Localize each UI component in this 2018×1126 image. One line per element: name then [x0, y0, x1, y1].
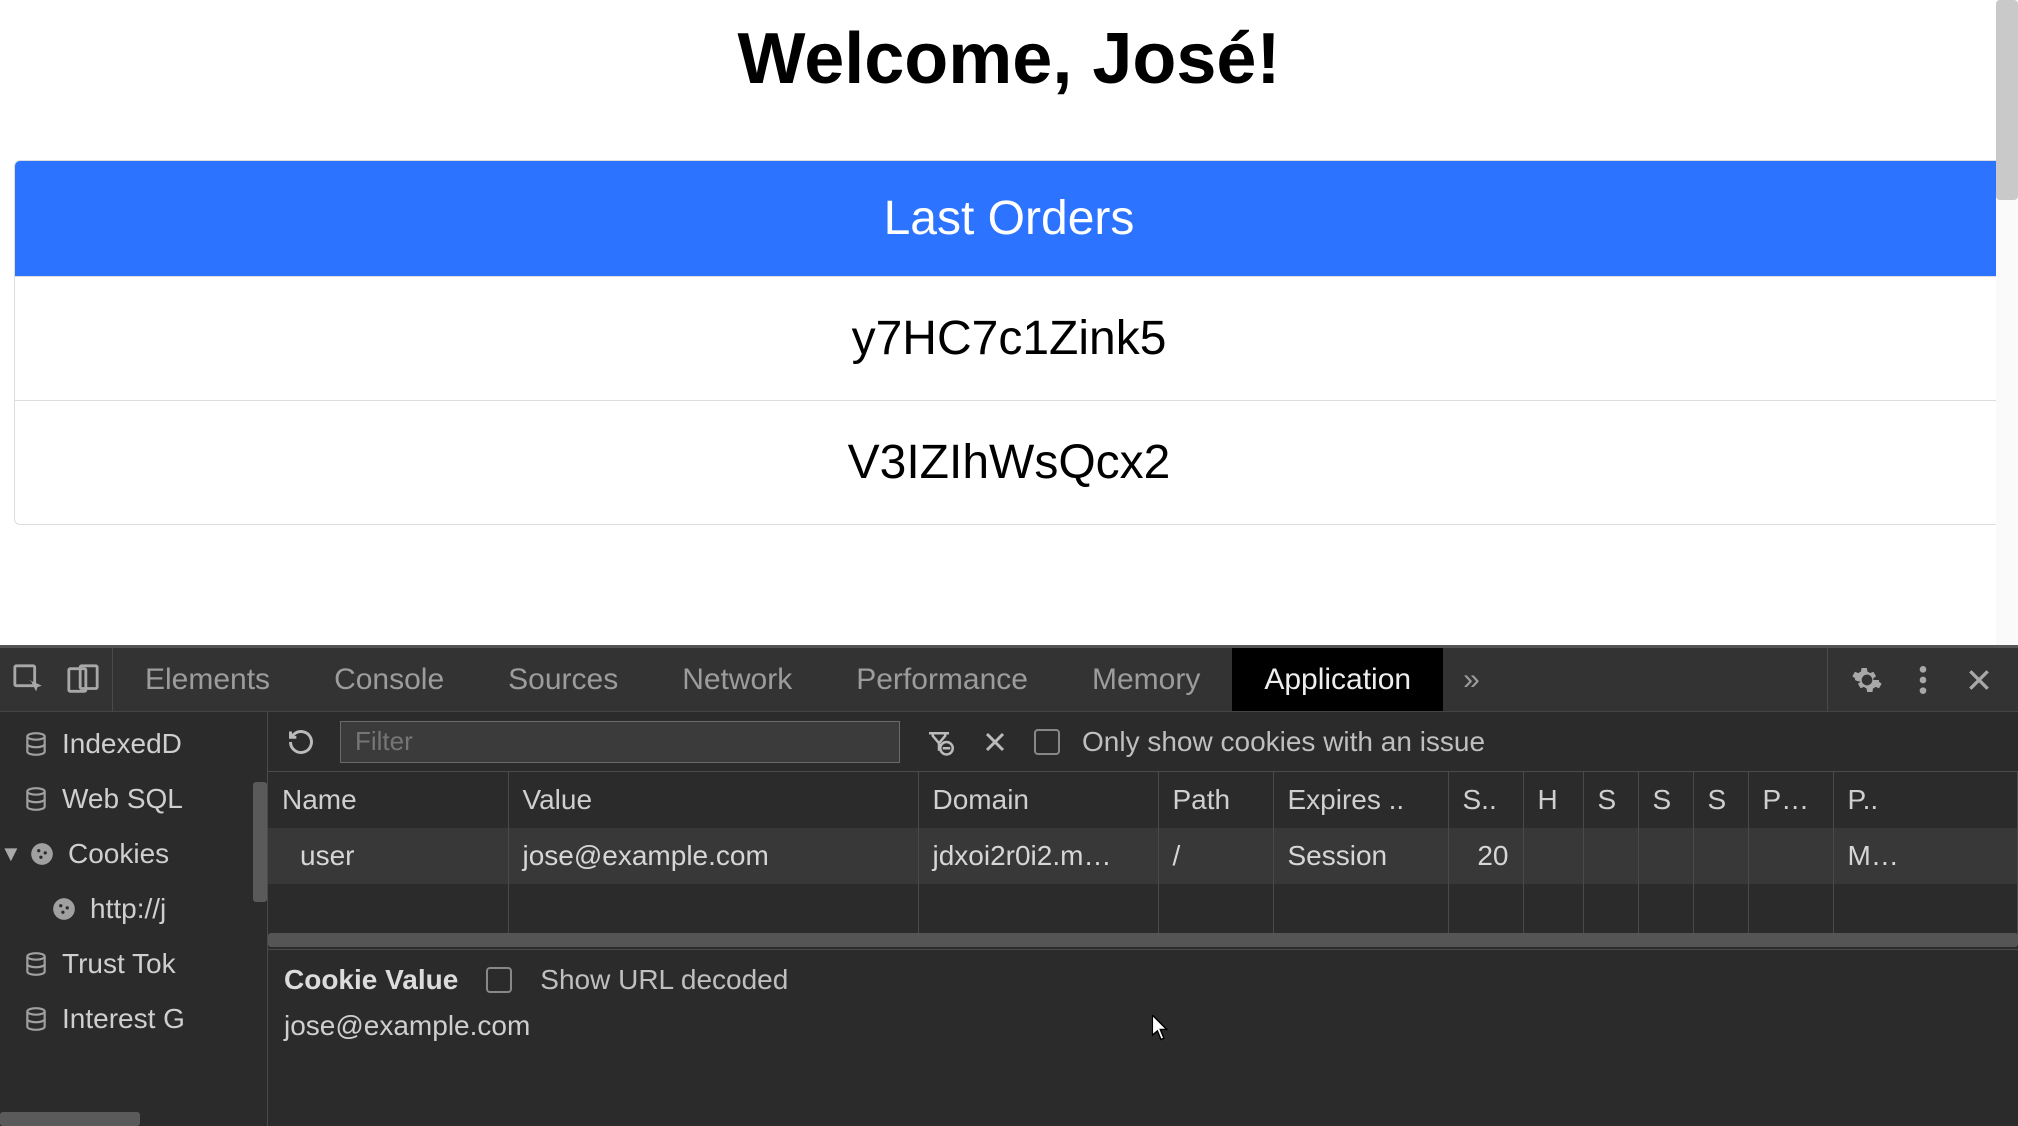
- database-icon: [20, 728, 52, 760]
- col-samesite[interactable]: S: [1638, 772, 1693, 828]
- cookie-icon: [26, 838, 58, 870]
- tab-elements[interactable]: Elements: [113, 648, 302, 711]
- sidebar-item-indexeddb[interactable]: IndexedD: [0, 716, 267, 771]
- col-value[interactable]: Value: [508, 772, 918, 828]
- tab-memory[interactable]: Memory: [1060, 648, 1232, 711]
- cell-size: 20: [1448, 828, 1523, 884]
- cell-priority: M…: [1833, 828, 2018, 884]
- only-issue-label: Only show cookies with an issue: [1082, 726, 1485, 758]
- sidebar-scrollbar[interactable]: [253, 782, 267, 902]
- cell-sameparty: [1693, 828, 1748, 884]
- database-icon: [20, 783, 52, 815]
- cell-value: jose@example.com: [508, 828, 918, 884]
- tab-performance[interactable]: Performance: [824, 648, 1060, 711]
- col-size[interactable]: S..: [1448, 772, 1523, 828]
- col-partition[interactable]: P…: [1748, 772, 1833, 828]
- col-path[interactable]: Path: [1158, 772, 1273, 828]
- tabs-overflow-icon[interactable]: »: [1443, 663, 1500, 697]
- close-icon[interactable]: [1962, 663, 1996, 697]
- refresh-icon[interactable]: [284, 725, 318, 759]
- cell-name: user: [268, 828, 508, 884]
- chevron-down-icon[interactable]: ▼: [0, 841, 26, 867]
- tab-sources[interactable]: Sources: [476, 648, 650, 711]
- col-name[interactable]: Name: [268, 772, 508, 828]
- database-icon: [20, 948, 52, 980]
- clear-all-icon[interactable]: [978, 725, 1012, 759]
- sidebar-item-websql[interactable]: Web SQL: [0, 771, 267, 826]
- table-row-empty: [268, 884, 2018, 940]
- sidebar-label: Web SQL: [62, 783, 183, 815]
- last-orders-title: Last Orders: [15, 161, 2003, 276]
- tab-application[interactable]: Application: [1232, 648, 1443, 711]
- kebab-menu-icon[interactable]: [1906, 663, 1940, 697]
- page-scrollbar-thumb[interactable]: [1996, 0, 2018, 200]
- cell-secure: [1583, 828, 1638, 884]
- last-orders-card: Last Orders y7HC7c1Zink5 V3IZIhWsQcx2: [14, 160, 2004, 525]
- cell-partition: [1748, 828, 1833, 884]
- gear-icon[interactable]: [1850, 663, 1884, 697]
- sidebar-label: Trust Tok: [62, 948, 176, 980]
- filter-input[interactable]: [340, 721, 900, 763]
- url-decoded-label: Show URL decoded: [540, 964, 788, 996]
- sidebar-label: Interest G: [62, 1003, 185, 1035]
- devtools-panel: Elements Console Sources Network Perform…: [0, 645, 2018, 1126]
- page-scrollbar[interactable]: [1996, 0, 2018, 645]
- sidebar-item-cookies[interactable]: ▼ Cookies: [0, 826, 267, 881]
- sidebar-item-trust-tokens[interactable]: Trust Tok: [0, 936, 267, 991]
- col-http[interactable]: H: [1523, 772, 1583, 828]
- cell-samesite: [1638, 828, 1693, 884]
- table-header-row: Name Value Domain Path Expires .. S.. H …: [268, 772, 2018, 828]
- cookie-detail-panel: Cookie Value Show URL decoded jose@examp…: [268, 950, 2018, 1056]
- col-expires[interactable]: Expires ..: [1273, 772, 1448, 828]
- table-hscrollbar[interactable]: [268, 933, 2018, 947]
- cookie-row[interactable]: user jose@example.com jdxoi2r0i2.m… / Se…: [268, 828, 2018, 884]
- cookies-panel: Only show cookies with an issue Name Val…: [268, 712, 2018, 1126]
- sidebar-item-cookie-origin[interactable]: http://j: [0, 881, 267, 936]
- sidebar-hscrollbar[interactable]: [0, 1112, 140, 1126]
- sidebar-label: IndexedD: [62, 728, 182, 760]
- order-row[interactable]: y7HC7c1Zink5: [15, 276, 2003, 400]
- clear-filter-icon[interactable]: [922, 725, 956, 759]
- cookie-value-label: Cookie Value: [284, 964, 458, 996]
- tab-network[interactable]: Network: [650, 648, 824, 711]
- cookie-icon: [48, 893, 80, 925]
- cell-http: [1523, 828, 1583, 884]
- tab-console[interactable]: Console: [302, 648, 476, 711]
- cell-expires: Session: [1273, 828, 1448, 884]
- only-issue-checkbox[interactable]: [1034, 729, 1060, 755]
- cookies-table-wrap: Name Value Domain Path Expires .. S.. H …: [268, 772, 2018, 950]
- application-sidebar: IndexedD Web SQL ▼ Cookies: [0, 712, 268, 1126]
- sidebar-label: Cookies: [68, 838, 169, 870]
- cookie-value-text: jose@example.com: [284, 996, 2002, 1042]
- url-decoded-checkbox[interactable]: [486, 967, 512, 993]
- cookies-table: Name Value Domain Path Expires .. S.. H …: [268, 772, 2018, 940]
- device-toolbar-icon[interactable]: [66, 663, 100, 697]
- welcome-heading: Welcome, José!: [12, 0, 2006, 160]
- col-secure[interactable]: S: [1583, 772, 1638, 828]
- col-domain[interactable]: Domain: [918, 772, 1158, 828]
- cell-domain: jdxoi2r0i2.m…: [918, 828, 1158, 884]
- webpage-viewport: Welcome, José! Last Orders y7HC7c1Zink5 …: [0, 0, 2018, 645]
- cell-path: /: [1158, 828, 1273, 884]
- cookies-toolbar: Only show cookies with an issue: [268, 712, 2018, 772]
- devtools-tabstrip: Elements Console Sources Network Perform…: [0, 648, 2018, 712]
- database-icon: [20, 1003, 52, 1035]
- col-sameparty[interactable]: S: [1693, 772, 1748, 828]
- col-priority[interactable]: P..: [1833, 772, 2018, 828]
- sidebar-item-interest-groups[interactable]: Interest G: [0, 991, 267, 1046]
- inspect-element-icon[interactable]: [12, 663, 46, 697]
- order-row[interactable]: V3IZIhWsQcx2: [15, 400, 2003, 524]
- sidebar-label: http://j: [90, 893, 166, 925]
